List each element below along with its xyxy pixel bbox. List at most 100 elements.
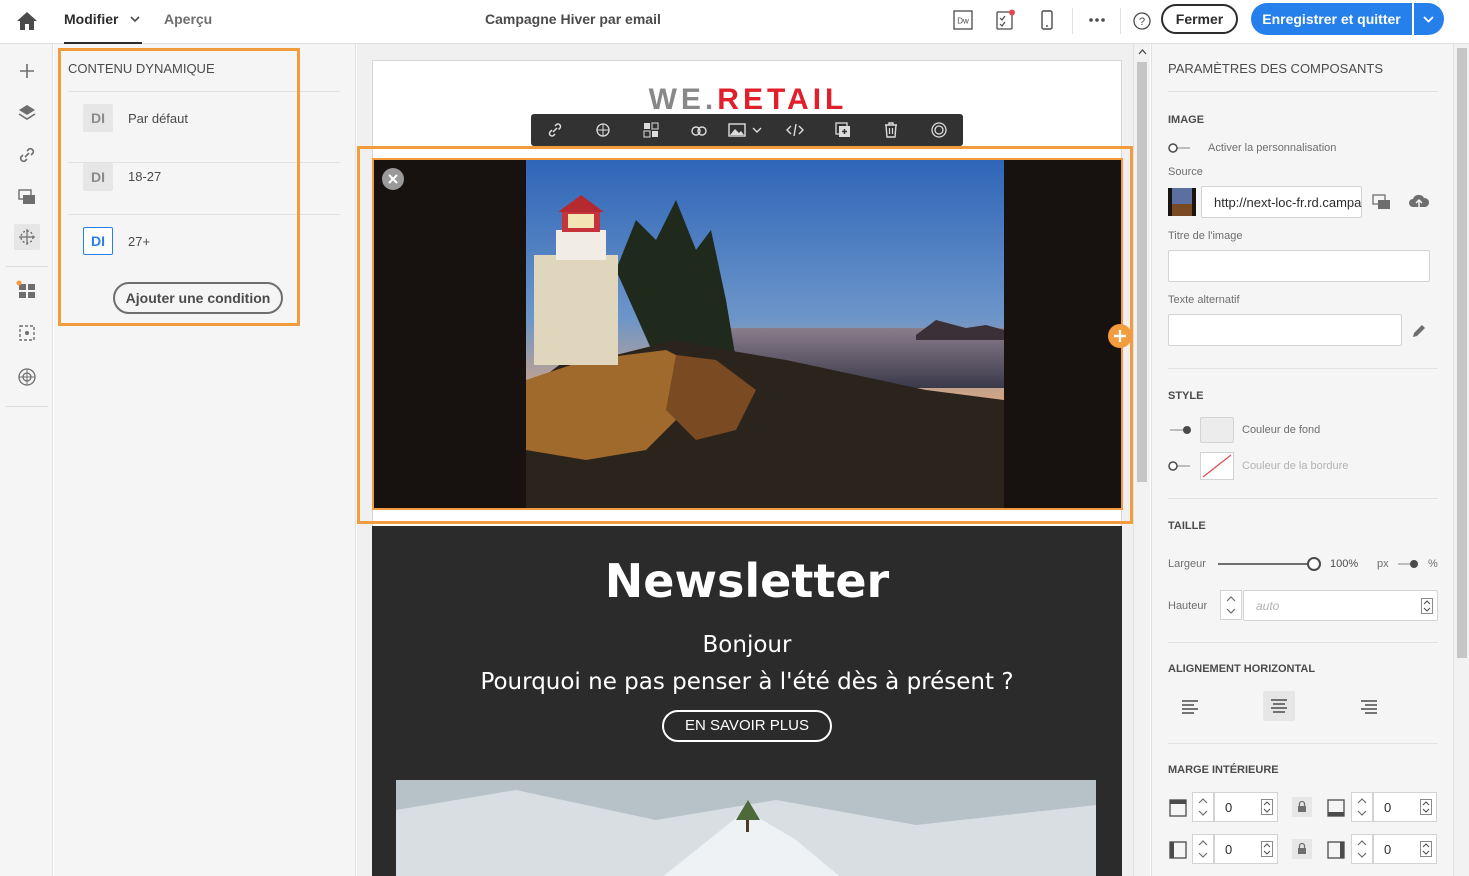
selection-highlight: [58, 48, 300, 326]
image-title-label: Titre de l'image: [1168, 230, 1243, 242]
alt-text-input[interactable]: [1168, 314, 1402, 346]
padding-top-input[interactable]: 0: [1214, 792, 1278, 822]
padding-bottom-icon: [1327, 799, 1345, 817]
section-halign: ALIGNEMENT HORIZONTAL: [1168, 663, 1316, 675]
scrollbar-thumb[interactable]: [1137, 62, 1147, 482]
more-icon[interactable]: [1086, 9, 1108, 31]
tab-apercu[interactable]: Aperçu: [164, 0, 212, 44]
personalization-label: Activer la personnalisation: [1208, 142, 1337, 154]
save-options-dropdown[interactable]: [1414, 3, 1444, 35]
add-icon[interactable]: [14, 58, 40, 84]
scroll-up-icon[interactable]: [1138, 48, 1147, 56]
subtitle-text: Pourquoi ne pas penser à l'été dès à pré…: [480, 669, 1014, 695]
width-slider-thumb[interactable]: [1307, 557, 1321, 571]
spinner-icon[interactable]: [1261, 799, 1273, 815]
close-button[interactable]: Fermer: [1161, 4, 1238, 34]
spinner-icon[interactable]: [1420, 799, 1432, 815]
creative-cloud-icon[interactable]: [689, 120, 709, 140]
padding-right-input[interactable]: 0: [1373, 834, 1437, 864]
upload-cloud-icon[interactable]: [1408, 193, 1430, 211]
target-icon[interactable]: [929, 120, 949, 140]
section-size: TAILLE: [1168, 520, 1206, 532]
align-right-icon[interactable]: [1353, 692, 1385, 722]
height-input[interactable]: auto: [1243, 590, 1438, 621]
chevron-down-icon[interactable]: [751, 120, 763, 140]
section-image: IMAGE: [1168, 114, 1205, 126]
align-left-icon[interactable]: [1174, 692, 1206, 722]
align-center-button[interactable]: [1263, 691, 1295, 721]
dynamic-content-icon[interactable]: [14, 278, 40, 304]
padding-left-value: 0: [1225, 842, 1233, 857]
chevron-down-icon[interactable]: [130, 15, 140, 23]
lock-icon[interactable]: [1292, 797, 1312, 817]
height-placeholder: auto: [1256, 599, 1280, 613]
assets-icon[interactable]: [1371, 193, 1393, 211]
newsletter-section: Newsletter Bonjour Pourquoi ne pas pense…: [372, 526, 1122, 876]
padding-right-arrows[interactable]: [1351, 834, 1373, 864]
help-icon[interactable]: ?: [1131, 10, 1153, 32]
padding-bottom-input[interactable]: 0: [1373, 792, 1437, 822]
unit-toggle[interactable]: [1396, 558, 1420, 570]
padding-top-icon: [1169, 799, 1187, 817]
logo-we: WE.: [648, 83, 718, 116]
duplicate-icon[interactable]: [833, 120, 853, 140]
dreamweaver-icon[interactable]: Dw: [952, 9, 974, 31]
tab-modifier[interactable]: Modifier: [64, 0, 142, 44]
hero-image-block[interactable]: [372, 158, 1123, 510]
bg-color-swatch[interactable]: [1200, 417, 1234, 443]
x-mark: [388, 174, 398, 184]
personalization-icon[interactable]: [14, 224, 40, 250]
link-icon[interactable]: [545, 120, 565, 140]
padding-left-input[interactable]: 0: [1214, 834, 1278, 864]
padding-left-arrows[interactable]: [1192, 834, 1214, 864]
width-value: 100%: [1330, 558, 1359, 570]
source-url-input[interactable]: http://next-loc-fr.rd.campa: [1201, 186, 1362, 218]
dynamic-content-icon[interactable]: [641, 120, 661, 140]
lighthouse-image: [526, 160, 1004, 508]
checklist-icon[interactable]: [994, 9, 1016, 31]
personalization-toggle[interactable]: [1168, 142, 1192, 154]
lock-icon[interactable]: [1292, 839, 1312, 859]
select-area-icon[interactable]: [14, 320, 40, 346]
campaign-title: Campagne Hiver par email: [485, 11, 661, 27]
layers-icon[interactable]: [14, 100, 40, 126]
padding-top-arrows[interactable]: [1192, 792, 1214, 822]
newsletter-title: Newsletter: [604, 554, 890, 608]
unit-pct-label: %: [1428, 558, 1438, 570]
save-and-quit-button[interactable]: Enregistrer et quitter: [1251, 3, 1412, 35]
left-tool-rail: [0, 44, 53, 876]
source-url-value: http://next-loc-fr.rd.campa: [1214, 195, 1362, 210]
settings-scrollbar[interactable]: [1453, 44, 1469, 876]
border-color-label: Couleur de la bordure: [1242, 460, 1349, 472]
email-designer-app: Modifier Aperçu Campagne Hiver par email…: [0, 0, 1469, 876]
code-icon[interactable]: [785, 120, 805, 140]
mobile-preview-icon[interactable]: [1036, 9, 1058, 31]
greeting-text: Bonjour: [702, 632, 792, 658]
bg-color-toggle[interactable]: [1168, 424, 1192, 436]
target-icon[interactable]: [14, 364, 40, 390]
spinner-icon[interactable]: [1421, 598, 1433, 614]
image-icon[interactable]: [727, 120, 747, 140]
border-color-swatch[interactable]: [1200, 452, 1234, 480]
home-icon[interactable]: [14, 10, 40, 32]
assets-icon[interactable]: [14, 184, 40, 210]
image-thumbnail: [1168, 188, 1196, 216]
close-icon[interactable]: [382, 168, 404, 190]
scrollbar-thumb[interactable]: [1457, 48, 1467, 658]
learn-more-button[interactable]: EN SAVOIR PLUS: [662, 710, 832, 742]
align-center-icon: [1271, 699, 1287, 713]
link-icon[interactable]: [14, 142, 40, 168]
padding-bottom-arrows[interactable]: [1351, 792, 1373, 822]
image-title-input[interactable]: [1168, 250, 1430, 282]
edit-pencil-icon[interactable]: [1410, 322, 1428, 340]
width-slider-track[interactable]: [1218, 563, 1312, 565]
spinner-icon[interactable]: [1261, 841, 1273, 857]
personalization-icon[interactable]: [593, 120, 613, 140]
height-stepper-arrows[interactable]: [1220, 590, 1242, 620]
delete-icon[interactable]: [881, 120, 901, 140]
brand-logo: WE.RETAIL: [373, 83, 1123, 117]
spinner-icon[interactable]: [1420, 841, 1432, 857]
canvas-scrollbar[interactable]: [1133, 44, 1150, 876]
border-color-toggle[interactable]: [1168, 460, 1192, 472]
add-component-icon[interactable]: [1108, 324, 1132, 348]
